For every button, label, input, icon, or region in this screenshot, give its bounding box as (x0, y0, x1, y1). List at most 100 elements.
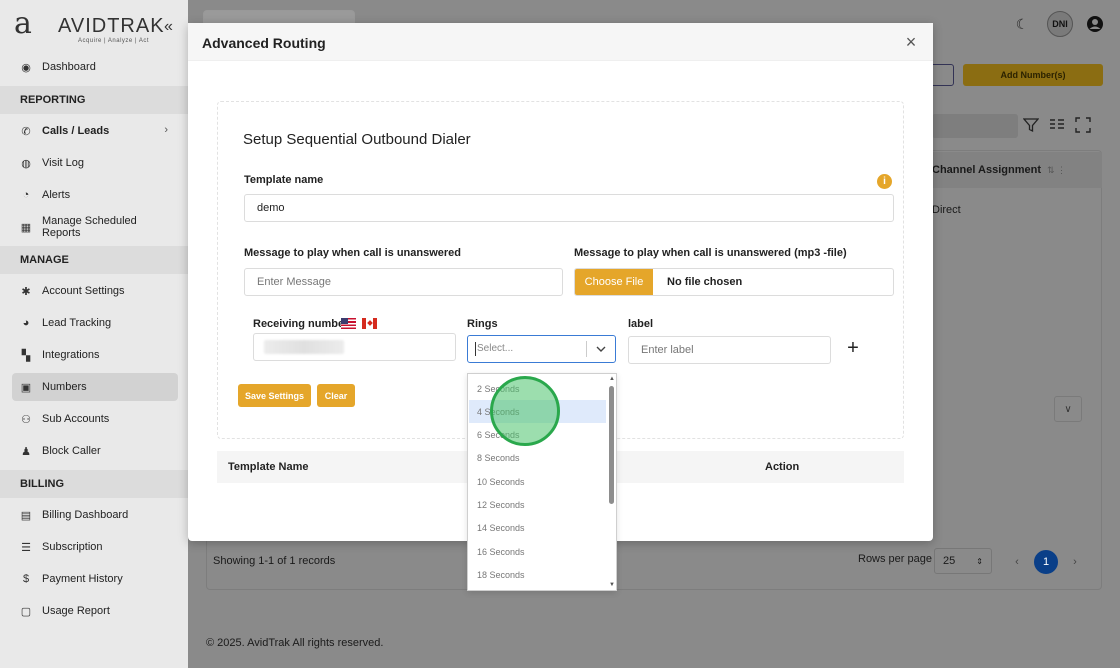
template-name-input[interactable] (244, 194, 894, 222)
background-outline-button[interactable] (930, 64, 954, 86)
mp3-file-label: Message to play when call is unanswered … (574, 247, 847, 259)
rings-option[interactable]: 10 Seconds (469, 470, 606, 493)
background-row-select[interactable]: ∨ (1054, 396, 1082, 422)
column-header-channel-assignment[interactable]: Channel Assignment ⇅ ⋮ (932, 152, 1102, 188)
rings-option[interactable]: 8 Seconds (469, 447, 606, 470)
filter-icon[interactable] (1022, 117, 1040, 136)
receiving-number-label: Receiving number (253, 318, 349, 330)
fullscreen-icon[interactable] (1075, 117, 1091, 136)
sidebar-item-label: Sub Accounts (42, 413, 110, 425)
report-icon: ▢ (20, 605, 32, 618)
save-settings-button[interactable]: Save Settings (238, 384, 311, 407)
sidebar-item-dashboard[interactable]: ◉ Dashboard (12, 53, 178, 81)
sidebar-item-numbers[interactable]: ▣ Numbers (12, 373, 178, 401)
sidebar-item-label: Manage Scheduled Reports (41, 215, 137, 239)
sidebar-item-label: Visit Log (42, 157, 84, 169)
rings-option[interactable]: 12 Seconds (469, 494, 606, 517)
prev-page-icon[interactable]: ‹ (1005, 550, 1029, 574)
page-button-current[interactable]: 1 (1034, 550, 1058, 574)
canada-flag-icon[interactable] (362, 318, 377, 329)
message-input[interactable] (244, 268, 563, 296)
account-icon[interactable] (1084, 13, 1106, 35)
next-page-icon[interactable]: › (1063, 550, 1087, 574)
gear-icon: ✱ (21, 285, 31, 298)
column-header-template-name[interactable]: Template Name (228, 461, 309, 473)
sidebar-item-label: Numbers (42, 381, 87, 393)
calendar-icon: ▦ (20, 221, 32, 234)
scroll-up-icon[interactable]: ▲ (608, 375, 616, 383)
column-header-action: Action (765, 461, 800, 473)
label-input[interactable] (628, 336, 831, 364)
rings-select[interactable]: Select... (467, 335, 616, 363)
sidebar-item-label: Usage Report (42, 605, 110, 617)
clear-button[interactable]: Clear (317, 384, 355, 407)
select-divider (586, 341, 587, 357)
user-initials-badge[interactable]: DNI (1047, 11, 1073, 37)
sidebar-item-billing-dashboard[interactable]: ▤ Billing Dashboard (12, 501, 178, 529)
scroll-down-icon[interactable]: ▼ (608, 581, 616, 589)
add-numbers-button[interactable]: Add Number(s) (963, 64, 1103, 86)
columns-icon[interactable] (1049, 117, 1065, 136)
sidebar-item-label: Lead Tracking (42, 317, 112, 329)
card-title: Setup Sequential Outbound Dialer (243, 131, 471, 148)
phone-icon: ✆ (21, 125, 31, 138)
us-flag-icon[interactable] (341, 318, 356, 329)
column-header-label: Channel Assignment (932, 164, 1041, 176)
info-icon[interactable]: i (877, 174, 892, 189)
rings-option[interactable]: 4 Seconds (469, 400, 606, 424)
grid-icon: ▚ (21, 349, 31, 362)
chevron-down-icon[interactable] (593, 346, 609, 352)
mp3-file-input[interactable]: Choose File No file chosen (574, 268, 894, 296)
logo: a AVIDTRAK Acquire | Analyze | Act « (14, 8, 184, 48)
sidebar-item-label: Integrations (42, 349, 100, 361)
sidebar-item-alerts[interactable]: ◔ Alerts (12, 181, 178, 209)
collapse-sidebar-icon[interactable]: « (164, 18, 173, 36)
rings-option[interactable]: 6 Seconds (469, 424, 606, 447)
dropdown-scrollbar[interactable]: ▲ ▼ (607, 374, 616, 590)
rings-option[interactable]: 18 Seconds (469, 563, 606, 586)
sidebar-item-label: Dashboard (42, 61, 96, 73)
logo-mark: a (14, 6, 32, 41)
rows-per-page-select[interactable]: 25 ⇕ (934, 548, 992, 574)
rings-select-placeholder: Select... (475, 342, 586, 356)
sidebar-item-account-settings[interactable]: ✱ Account Settings (12, 277, 178, 305)
sidebar-item-label: Block Caller (42, 445, 101, 457)
dark-mode-icon[interactable]: ☾ (1011, 13, 1033, 35)
sidebar-item-payment-history[interactable]: $ Payment History (12, 565, 178, 593)
records-count: Showing 1-1 of 1 records (213, 555, 336, 567)
add-row-icon[interactable]: + (845, 337, 861, 359)
sidebar-item-visit-log[interactable]: ◍ Visit Log (12, 149, 178, 177)
rows-per-page-label: Rows per page (858, 553, 932, 565)
sidebar-item-manage-scheduled-reports[interactable]: ▦ Manage Scheduled Reports (12, 213, 178, 241)
background-table-search[interactable] (932, 114, 1018, 138)
scroll-thumb[interactable] (609, 386, 614, 504)
close-icon[interactable]: × (901, 32, 921, 52)
user-block-icon: ♟ (21, 445, 31, 458)
choose-file-button[interactable]: Choose File (575, 269, 653, 295)
sidebar-item-block-caller[interactable]: ♟ Block Caller (12, 437, 178, 465)
rings-label: Rings (467, 318, 498, 330)
column-sort-icon[interactable]: ⇅ ⋮ (1047, 165, 1066, 176)
rings-dropdown-list[interactable]: 2 Seconds 4 Seconds 6 Seconds 8 Seconds 10 S… (467, 373, 617, 591)
sidebar-item-subscription[interactable]: ☰ Subscription (12, 533, 178, 561)
rings-option[interactable]: 16 Seconds (469, 540, 606, 563)
rings-option[interactable]: 2 Seconds (469, 377, 606, 400)
sidebar-item-label: Alerts (42, 189, 71, 201)
sidebar-item-lead-tracking[interactable]: ◕ Lead Tracking (12, 309, 178, 337)
redacted-phone-number (264, 340, 344, 354)
sidebar-item-usage-report[interactable]: ▢ Usage Report (12, 597, 178, 625)
sidebar-item-calls-leads[interactable]: ✆ Calls / Leads › (12, 117, 178, 145)
modal-title: Advanced Routing (202, 35, 326, 51)
footer-copyright: © 2025. AvidTrak All rights reserved. (206, 637, 384, 649)
sidebar-item-label: Payment History (42, 573, 123, 585)
sidebar-item-label: Account Settings (42, 285, 125, 297)
sidebar-item-integrations[interactable]: ▚ Integrations (12, 341, 178, 369)
list-icon: ☰ (21, 541, 31, 554)
label-field-label: label (628, 318, 654, 330)
rings-option[interactable]: 14 Seconds (469, 517, 606, 540)
sidebar-section-reporting: REPORTING (0, 86, 188, 114)
logo-wordmark: AVIDTRAK (58, 15, 165, 37)
dashboard-icon: ◉ (21, 61, 31, 74)
file-status: No file chosen (667, 276, 743, 288)
sidebar-item-sub-accounts[interactable]: ⚇ Sub Accounts (12, 405, 178, 433)
